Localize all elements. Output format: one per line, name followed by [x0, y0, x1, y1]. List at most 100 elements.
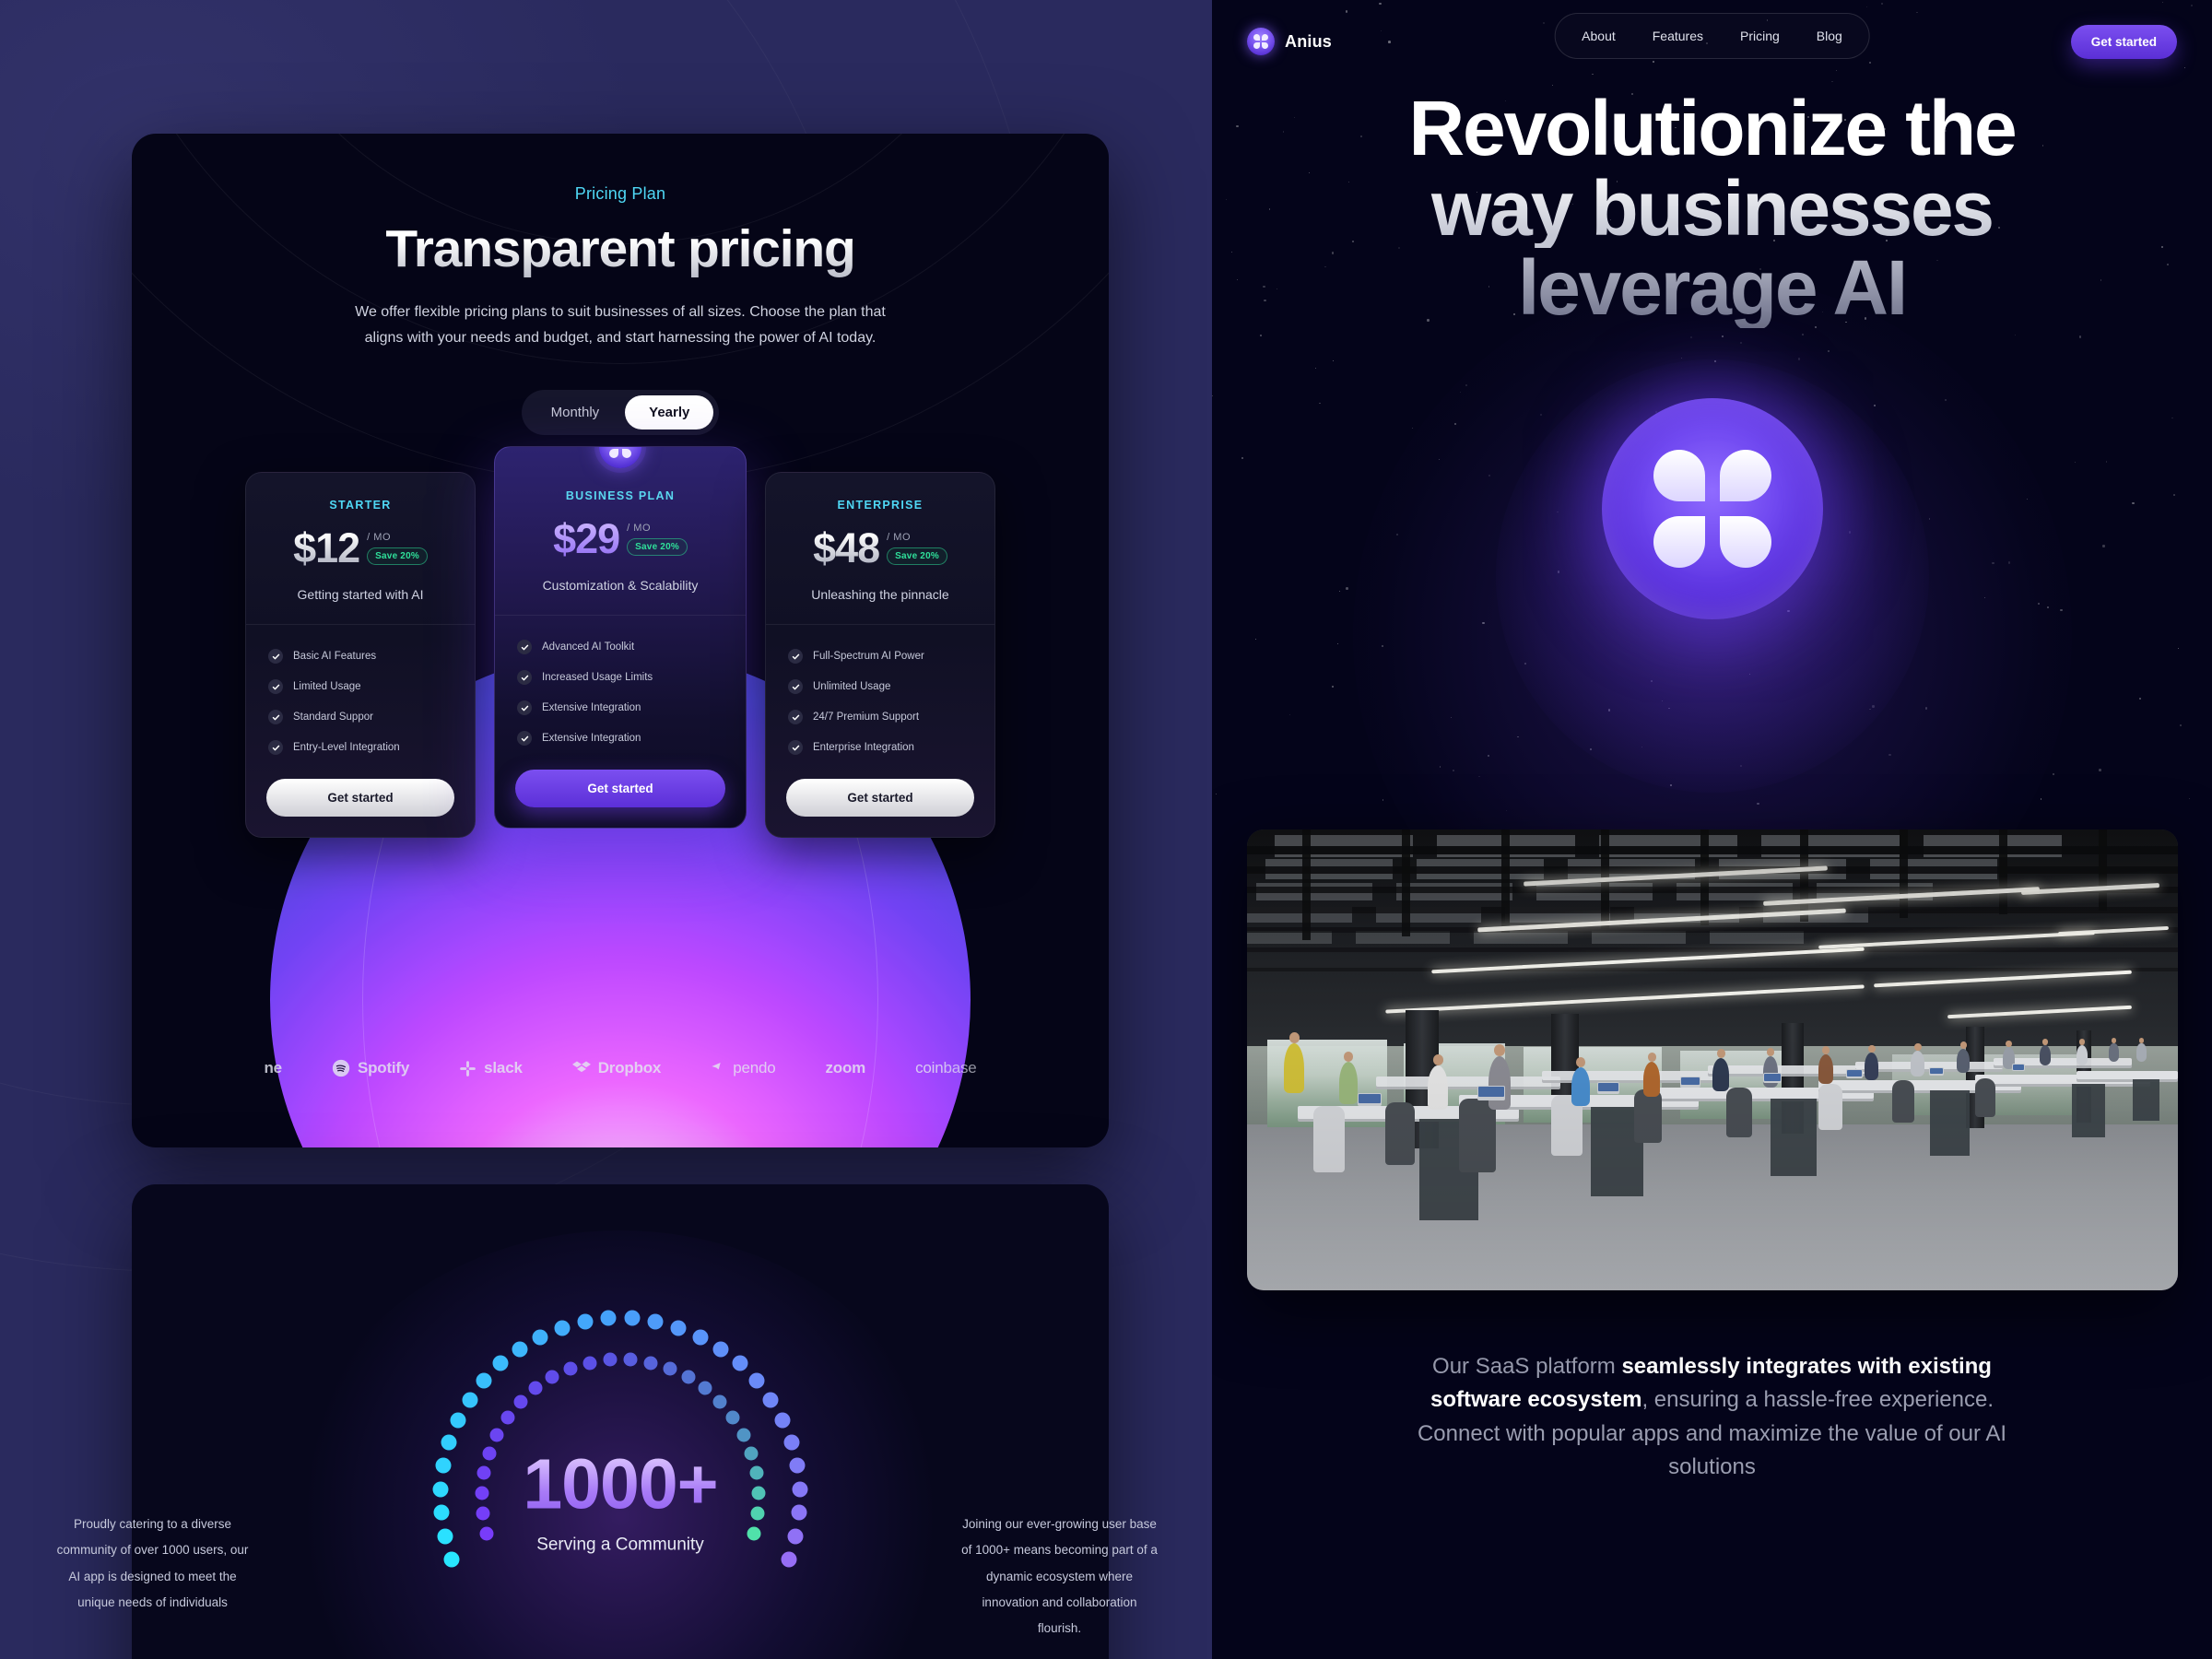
check-icon: [268, 740, 283, 755]
plan-period: / MO: [887, 532, 912, 543]
ring-dot: [450, 1412, 466, 1429]
toggle-yearly[interactable]: Yearly: [625, 395, 714, 429]
plan-period: / MO: [367, 532, 392, 543]
feature-label: Standard Suppor: [293, 712, 373, 723]
billing-toggle[interactable]: Monthly Yearly: [521, 390, 720, 435]
star: [1382, 799, 1384, 801]
feature-item: Extensive Integration: [517, 700, 724, 715]
page-root: Pricing Plan Transparent pricing We offe…: [0, 0, 2212, 1659]
ring-dot: [500, 1410, 515, 1425]
check-icon: [788, 679, 803, 694]
check-icon: [788, 710, 803, 724]
community-right-text: Joining our ever-growing user base of 10…: [961, 1517, 1158, 1636]
star: [1241, 457, 1243, 460]
hero-line-3: leverage AI: [1258, 248, 2166, 328]
logo-item-spotify: Spotify: [332, 1059, 409, 1077]
community-count: 1000+: [427, 1449, 814, 1521]
logo-item-dropbox: Dropbox: [571, 1059, 661, 1077]
plan-name: BUSINESS PLAN: [565, 489, 676, 502]
hero-line-1: Revolutionize the: [1408, 85, 2018, 171]
get-started-button-nav[interactable]: Get started: [2070, 24, 2177, 59]
nav-link-about[interactable]: About: [1566, 21, 1631, 51]
plan-card-business[interactable]: BUSINESS PLAN $29 / MO Save 20% Customiz…: [494, 446, 747, 829]
plan-card-enterprise[interactable]: ENTERPRISE $48 / MO Save 20% Unleashing …: [765, 472, 995, 838]
get-started-button-business[interactable]: Get started: [515, 770, 725, 807]
ring-dot: [762, 1392, 779, 1408]
ring-dot: [577, 1313, 594, 1330]
ring-dot: [736, 1428, 751, 1442]
pricing-eyebrow: Pricing Plan: [574, 184, 666, 203]
nav-links: About Features Pricing Blog: [1554, 13, 1870, 59]
ring-dot: [783, 1434, 800, 1451]
star: [2138, 698, 2141, 700]
plan-card-starter[interactable]: STARTER $12 / MO Save 20% Getting starte…: [245, 472, 476, 838]
toggle-monthly[interactable]: Monthly: [527, 395, 624, 429]
plan-name: STARTER: [329, 499, 392, 512]
community-left-text: Proudly catering to a diverse community …: [56, 1517, 249, 1610]
feature-label: 24/7 Premium Support: [813, 712, 920, 723]
logo-item-coinbase: coinbase: [915, 1059, 977, 1077]
feature-item: Increased Usage Limits: [517, 670, 724, 685]
ring-dot: [774, 1412, 791, 1429]
feature-item: Limited Usage: [268, 679, 453, 694]
ring-dot: [712, 1394, 727, 1409]
save-badge: Save 20%: [367, 547, 428, 565]
hero: Revolutionize the way businesses leverag…: [1212, 63, 2212, 328]
star: [1259, 334, 1262, 336]
plan-tagline: Customization & Scalability: [542, 578, 699, 593]
plan-price: $48: [813, 524, 880, 571]
star: [1254, 638, 1257, 641]
top-navigation: Anius About Features Pricing Blog Get st…: [1212, 0, 2212, 63]
feature-label: Basic AI Features: [293, 651, 377, 662]
nav-link-blog[interactable]: Blog: [1801, 21, 1858, 51]
get-started-button-enterprise[interactable]: Get started: [786, 779, 974, 817]
ring-dot: [545, 1370, 559, 1384]
landing-preview-panel: Anius About Features Pricing Blog Get st…: [1212, 0, 2212, 1659]
ring-dot: [663, 1361, 677, 1376]
ring-dot: [692, 1329, 709, 1346]
ring-dot: [647, 1313, 664, 1330]
star: [2099, 769, 2101, 771]
page-title: Transparent pricing: [132, 218, 1109, 279]
pricing-panel: Pricing Plan Transparent pricing We offe…: [0, 0, 1212, 1659]
ring-dot: [528, 1381, 543, 1395]
ring-dot: [748, 1372, 765, 1389]
star: [1331, 685, 1334, 688]
plan-cta-wrap: Get started: [495, 753, 746, 828]
star: [1333, 359, 1335, 362]
dropbox-icon: [571, 1059, 591, 1077]
feature-item: Enterprise Integration: [788, 740, 972, 755]
star: [2173, 494, 2175, 496]
feature-label: Full-Spectrum AI Power: [813, 651, 924, 662]
logo-item-pendo: pendo: [711, 1059, 776, 1077]
star: [2180, 724, 2182, 726]
star: [2102, 545, 2105, 547]
feature-item: Advanced AI Toolkit: [517, 640, 724, 654]
feature-item: Unlimited Usage: [788, 679, 972, 694]
nav-link-pricing[interactable]: Pricing: [1724, 21, 1795, 51]
check-icon: [517, 731, 532, 746]
logo-icon: [1247, 28, 1275, 55]
save-badge: Save 20%: [627, 538, 688, 556]
office-photo: [1247, 830, 2178, 1290]
ring-dot: [732, 1355, 748, 1371]
star: [1346, 587, 1348, 590]
ring-dot: [600, 1310, 617, 1326]
feature-label: Limited Usage: [293, 681, 361, 692]
community-stat: 1000+ Serving a Community: [427, 1449, 814, 1556]
nav-link-features[interactable]: Features: [1637, 21, 1719, 51]
brand-name: Anius: [1285, 31, 1333, 51]
pendo-icon: [711, 1061, 725, 1076]
feature-list: Full-Spectrum AI Power Unlimited Usage 2…: [766, 625, 994, 762]
photo-overlay: [1247, 830, 2178, 1290]
ring-dot: [670, 1320, 687, 1336]
ring-dot: [725, 1410, 740, 1425]
get-started-button-starter[interactable]: Get started: [266, 779, 454, 817]
ring-dot: [563, 1361, 578, 1376]
plan-price: $29: [553, 515, 620, 562]
feature-label: Advanced AI Toolkit: [542, 641, 635, 653]
feature-list: Advanced AI Toolkit Increased Usage Limi…: [495, 616, 746, 753]
brand[interactable]: Anius: [1247, 28, 1332, 55]
plan-name: ENTERPRISE: [837, 499, 924, 512]
ring-dot: [476, 1372, 492, 1389]
